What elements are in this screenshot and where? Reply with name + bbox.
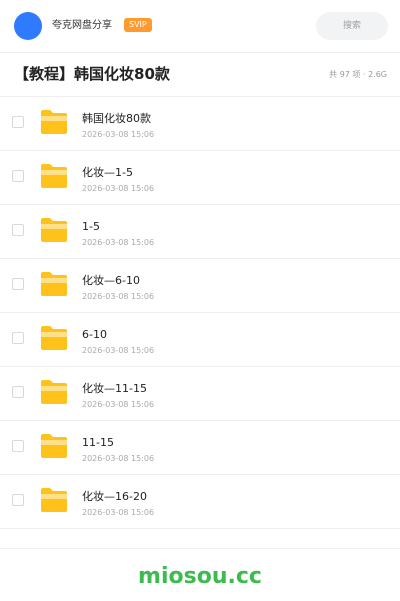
file-row[interactable]: 化妆—6-10 2026-03-08 15:06 xyxy=(0,259,400,313)
file-time: 2026-03-08 15:06 xyxy=(82,238,155,247)
folder-icon xyxy=(41,434,67,458)
row-checkbox[interactable] xyxy=(12,494,24,506)
footer-brand[interactable]: miosou.cc xyxy=(0,563,400,591)
file-time: 2026-03-08 15:06 xyxy=(82,400,155,409)
file-name: 6-10 xyxy=(82,328,107,341)
file-row[interactable]: 韩国化妆80款 2026-03-08 15:06 xyxy=(0,97,400,151)
folder-icon xyxy=(41,110,67,134)
row-checkbox[interactable] xyxy=(12,224,24,236)
folder-icon xyxy=(41,164,67,188)
file-time: 2026-03-08 15:06 xyxy=(82,130,155,139)
row-checkbox[interactable] xyxy=(12,170,24,182)
file-row[interactable]: 化妆—16-20 2026-03-08 15:06 xyxy=(0,475,400,529)
page-title: 【教程】韩国化妆80款 xyxy=(14,65,170,83)
file-name: 11-15 xyxy=(82,436,114,449)
file-row[interactable]: 11-15 2026-03-08 15:06 xyxy=(0,421,400,475)
row-checkbox[interactable] xyxy=(12,116,24,128)
folder-icon xyxy=(41,326,67,350)
file-row[interactable]: 化妆—1-5 2026-03-08 15:06 xyxy=(0,151,400,205)
row-checkbox[interactable] xyxy=(12,278,24,290)
folder-icon xyxy=(41,272,67,296)
file-row[interactable]: 1-5 2026-03-08 15:06 xyxy=(0,205,400,259)
file-row[interactable]: 化妆—11-15 2026-03-08 15:06 xyxy=(0,367,400,421)
file-name: 化妆—11-15 xyxy=(82,382,147,395)
search-input[interactable]: 搜索 xyxy=(316,12,388,40)
folder-icon xyxy=(41,380,67,404)
search-placeholder: 搜索 xyxy=(342,21,361,31)
row-checkbox[interactable] xyxy=(12,440,24,452)
file-name: 化妆—1-5 xyxy=(82,166,133,179)
file-name: 韩国化妆80款 xyxy=(82,112,151,125)
file-time: 2026-03-08 15:06 xyxy=(82,292,155,301)
file-time: 2026-03-08 15:06 xyxy=(82,184,155,193)
item-summary: 共 97 项 · 2.6G xyxy=(329,70,387,79)
page-footer: miosou.cc xyxy=(0,548,400,601)
file-name: 1-5 xyxy=(82,220,100,233)
page-header: 夸克网盘分享 SVIP 搜索 xyxy=(0,0,400,53)
avatar[interactable] xyxy=(14,12,42,40)
row-checkbox[interactable] xyxy=(12,386,24,398)
file-time: 2026-03-08 15:06 xyxy=(82,346,155,355)
file-name: 化妆—16-20 xyxy=(82,490,147,503)
file-time: 2026-03-08 15:06 xyxy=(82,454,155,463)
file-name: 化妆—6-10 xyxy=(82,274,140,287)
share-name: 夸克网盘分享 xyxy=(52,20,112,31)
file-list: 韩国化妆80款 2026-03-08 15:06 化妆—1-5 2026-03-… xyxy=(0,97,400,529)
svip-badge: SVIP xyxy=(124,18,152,32)
folder-icon xyxy=(41,488,67,512)
file-row[interactable]: 6-10 2026-03-08 15:06 xyxy=(0,313,400,367)
title-row: 【教程】韩国化妆80款 共 97 项 · 2.6G xyxy=(0,53,400,97)
row-checkbox[interactable] xyxy=(12,332,24,344)
file-time: 2026-03-08 15:06 xyxy=(82,508,155,517)
folder-icon xyxy=(41,218,67,242)
